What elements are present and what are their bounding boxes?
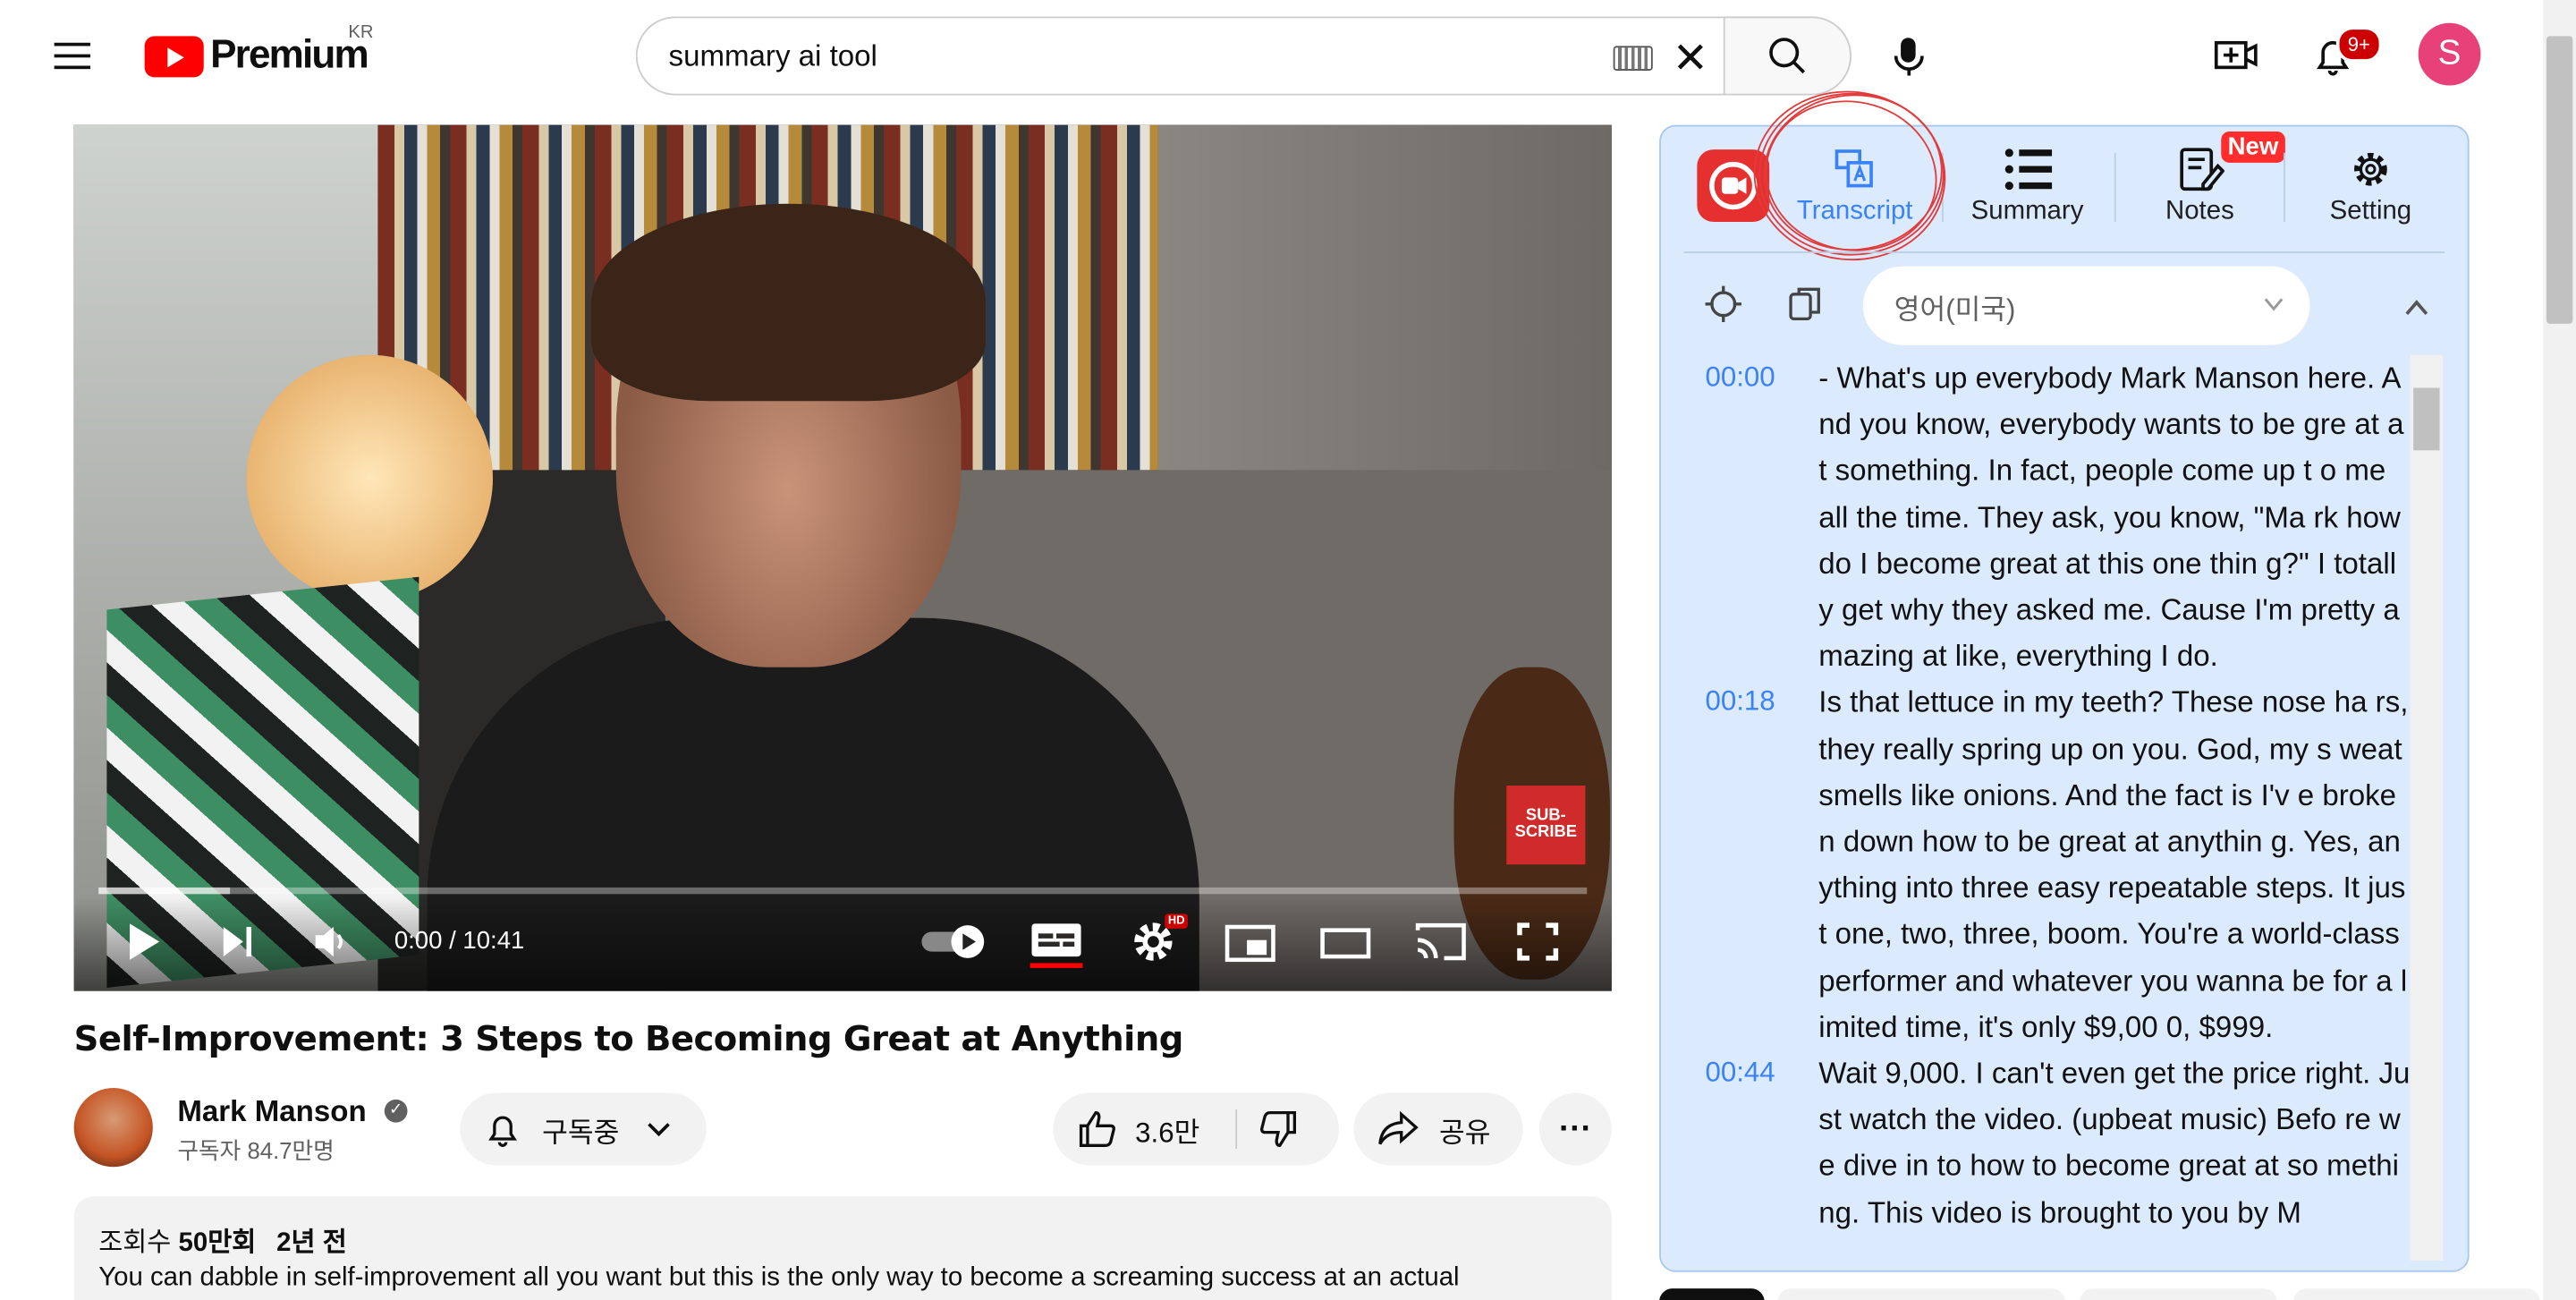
next-icon[interactable]: [218, 923, 258, 959]
clear-search-icon[interactable]: ✕: [1673, 36, 1708, 79]
progress-buffered: [98, 887, 231, 895]
transcript-timestamp[interactable]: 00:18: [1685, 679, 1818, 1049]
tab-summary-label: Summary: [1970, 197, 2084, 225]
subscribed-button[interactable]: 구독중: [460, 1092, 707, 1166]
list-icon: [2004, 149, 2053, 191]
search-input[interactable]: [668, 32, 1589, 80]
mic-icon: [1894, 38, 1924, 76]
page-scroll-thumb[interactable]: [2546, 36, 2573, 324]
account-avatar[interactable]: S: [2418, 22, 2481, 86]
captions-active-indicator: [1030, 963, 1083, 968]
miniplayer-icon[interactable]: [1224, 923, 1276, 963]
notes-icon: [2180, 148, 2224, 191]
region-label: KR: [348, 22, 374, 43]
tab-notes-label: Notes: [2165, 197, 2234, 225]
notification-count-badge: 9+: [2335, 26, 2382, 63]
progress-bar[interactable]: [98, 887, 1588, 895]
tab-separator: [2114, 152, 2116, 222]
video-player[interactable]: SUB- SCRIBE 0:00 / 10:41 HD: [73, 124, 1612, 991]
tab-summary[interactable]: Summary: [1945, 141, 2110, 240]
transcript-scrollbar[interactable]: [2410, 354, 2444, 1261]
create-button[interactable]: [2201, 26, 2267, 85]
transcript-row[interactable]: 00:00 - What's up everybody Mark Manson …: [1685, 355, 2410, 680]
volume-icon[interactable]: [310, 923, 350, 959]
subscribe-overlay[interactable]: SUB- SCRIBE: [1506, 786, 1586, 865]
language-select[interactable]: 영어(미국): [1862, 266, 2310, 345]
voice-search-button[interactable]: [1873, 20, 1945, 92]
share-icon: [1378, 1110, 1419, 1145]
transcript-scroll-thumb[interactable]: [2413, 387, 2440, 451]
like-dislike-group: 3.6만: [1053, 1092, 1339, 1166]
video-frame-lamp: [246, 354, 494, 602]
menu-icon[interactable]: [33, 23, 112, 89]
views-prefix: 조회수: [98, 1229, 172, 1258]
chip[interactable]: [2293, 1288, 2540, 1300]
chevron-down-icon: [648, 1123, 670, 1137]
like-count: 3.6만: [1135, 1117, 1200, 1149]
dislike-button[interactable]: [1233, 1109, 1299, 1149]
share-label: 공유: [1438, 1117, 1491, 1149]
like-button[interactable]: 3.6만: [1053, 1109, 1233, 1150]
subscriber-count: 구독자 84.7만명: [177, 1137, 335, 1164]
transcript-text: Wait 9,000. I can't even get the price r…: [1818, 1057, 2411, 1229]
chip[interactable]: [1777, 1288, 2065, 1300]
locate-current-icon[interactable]: [1704, 285, 1743, 324]
tab-setting-label: Setting: [2329, 197, 2412, 225]
keyboard-icon[interactable]: [1613, 46, 1653, 71]
transcript-list[interactable]: 00:00 - What's up everybody Mark Manson …: [1685, 355, 2411, 1261]
time-display: 0:00 / 10:41: [394, 927, 525, 956]
create-video-icon: [2214, 40, 2258, 70]
transcript-row[interactable]: 00:44 Wait 9,000. I can't even get the p…: [1685, 1050, 2411, 1236]
hd-badge: HD: [1165, 913, 1189, 929]
cast-icon[interactable]: [1414, 921, 1467, 964]
video-frame-hair: [591, 203, 987, 402]
subscribe-overlay-text: SUB- SCRIBE: [1514, 806, 1578, 842]
subscribed-label: 구독중: [542, 1117, 620, 1149]
controls-bar: [73, 896, 1612, 991]
upload-age: 2년 전: [276, 1229, 347, 1258]
more-actions-button[interactable]: ···: [1539, 1092, 1612, 1166]
theater-mode-icon[interactable]: [1319, 923, 1372, 963]
transcript-text: Is that lettuce in my teeth? These nose …: [1818, 685, 2409, 1044]
transcript-text: - What's up everybody Mark Manson here. …: [1818, 361, 2410, 673]
youtube-logo[interactable]: Premium: [144, 32, 369, 79]
copy-icon[interactable]: [1786, 285, 1826, 324]
channel-name[interactable]: Mark Manson: [177, 1094, 366, 1129]
video-title: Self-Improvement: 3 Steps to Becoming Gr…: [73, 1018, 1184, 1058]
autoplay-toggle[interactable]: [919, 923, 991, 959]
new-badge: New: [2221, 131, 2285, 163]
description-text: You can dabble in self-improvement all y…: [98, 1263, 1460, 1292]
panel-divider: [1683, 251, 2445, 253]
transcript-timestamp[interactable]: 00:44: [1685, 1050, 1818, 1236]
captions-icon[interactable]: [1030, 921, 1083, 960]
chip-active[interactable]: [1659, 1288, 1765, 1300]
play-logo-icon: [144, 35, 204, 77]
related-chips-row: [1659, 1288, 2546, 1300]
thumbs-up-icon: [1079, 1110, 1115, 1147]
language-value: 영어(미국): [1894, 293, 2016, 325]
description-meta: 조회수 50만회 2년 전: [98, 1219, 347, 1259]
red-circle-annotation: [1753, 90, 1946, 261]
verified-check-icon: ✓: [384, 1099, 408, 1123]
transcript-timestamp[interactable]: 00:00: [1685, 355, 1818, 680]
tab-separator: [2284, 152, 2285, 222]
fullscreen-icon[interactable]: [1514, 921, 1560, 964]
play-icon[interactable]: [123, 921, 163, 964]
chevron-down-icon: [2264, 298, 2284, 311]
thumbs-down-icon: [1259, 1110, 1297, 1147]
transcript-row[interactable]: 00:18 Is that lettuce in my teeth? These…: [1685, 679, 2410, 1049]
share-button[interactable]: 공유: [1353, 1092, 1523, 1166]
bell-icon: [488, 1116, 517, 1147]
more-icon: ···: [1559, 1109, 1592, 1147]
gear-icon: [2354, 152, 2387, 186]
chip[interactable]: [2080, 1288, 2277, 1300]
logo-text: Premium: [210, 32, 369, 78]
view-count: 50만회: [178, 1229, 257, 1258]
like-divider: [1235, 1109, 1238, 1150]
tab-setting[interactable]: Setting: [2289, 141, 2453, 240]
chevron-up-icon[interactable]: [2402, 296, 2431, 319]
channel-avatar[interactable]: [73, 1088, 153, 1168]
